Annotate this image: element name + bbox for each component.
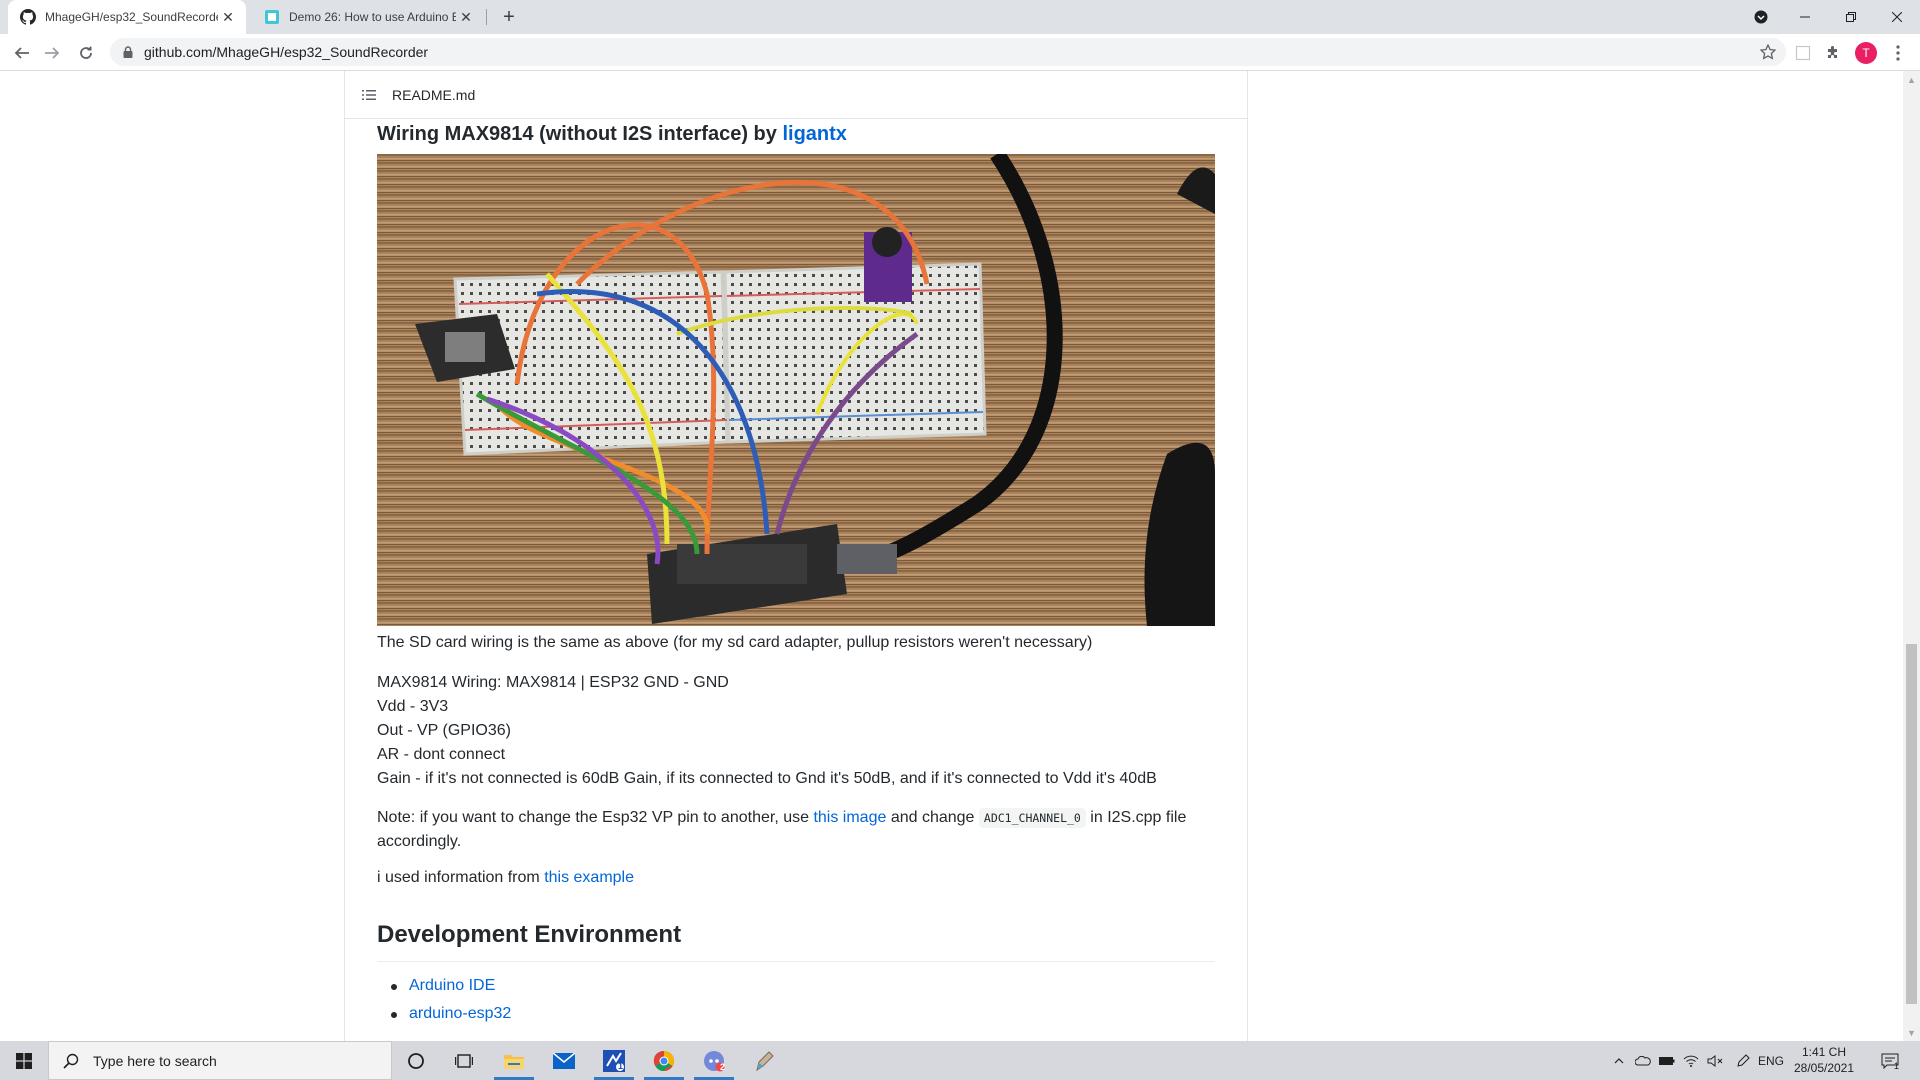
language-indicator[interactable]: ENG <box>1757 1041 1785 1080</box>
this-image-link[interactable]: this image <box>813 809 886 826</box>
wiring-line: AR - dont connect <box>377 746 506 763</box>
windows-taskbar: Type here to search 1 2 ENG 1:41 CH 28/0… <box>0 1041 1920 1080</box>
wiring-line: MAX9814 Wiring: MAX9814 | ESP32 GND - GN… <box>377 674 729 691</box>
back-icon[interactable] <box>8 39 36 67</box>
windows-start-icon[interactable] <box>0 1041 48 1080</box>
list-item: arduino-esp32 <box>377 1000 1215 1028</box>
notification-count: 1 <box>1894 1061 1900 1071</box>
adc-channel-code: ADC1_CHANNEL_0 <box>978 808 1086 828</box>
notification-center-icon[interactable]: 1 <box>1870 1041 1910 1080</box>
pin-change-note: Note: if you want to change the Esp32 VP… <box>377 806 1215 854</box>
tab-strip: MhageGH/esp32_SoundRecorde ✕ Demo 26: Ho… <box>0 0 1920 34</box>
close-tab-icon[interactable]: ✕ <box>218 7 238 27</box>
wiring-line: Gain - if it's not connected is 60dB Gai… <box>377 770 1157 787</box>
site-icon <box>265 10 279 24</box>
readme-header: README.md <box>345 71 1247 119</box>
onedrive-icon[interactable] <box>1632 1041 1654 1080</box>
clock[interactable]: 1:41 CH 28/05/2021 <box>1786 1044 1862 1076</box>
tab-separator <box>486 9 487 25</box>
this-example-link[interactable]: this example <box>544 869 634 886</box>
readme-content: Wiring MAX9814 (without I2S interface) b… <box>377 119 1215 149</box>
discord-icon[interactable]: 2 <box>690 1041 738 1080</box>
dev-environment-list: Arduino IDE arduino-esp32 <box>377 972 1215 1028</box>
clock-time: 1:41 CH <box>1801 1045 1847 1059</box>
url-text: github.com/MhageGH/esp32_SoundRecorder <box>144 44 429 60</box>
tab-title: MhageGH/esp32_SoundRecorde <box>45 10 218 24</box>
info-source: i used information from this example <box>377 866 1215 890</box>
profile-avatar[interactable]: T <box>1855 42 1877 64</box>
taskbar-search[interactable]: Type here to search <box>48 1041 392 1080</box>
tab-demo26[interactable]: Demo 26: How to use Arduino ES ✕ <box>252 0 484 34</box>
close-tab-icon[interactable]: ✕ <box>456 7 476 27</box>
app-badge: 1 <box>618 1061 624 1071</box>
forward-icon[interactable] <box>38 39 66 67</box>
note-mid: and change <box>886 809 979 826</box>
extensions-puzzle-icon[interactable] <box>1823 43 1843 63</box>
arduino-ide-link[interactable]: Arduino IDE <box>409 977 495 994</box>
clock-date: 28/05/2021 <box>1793 1061 1855 1075</box>
paint-icon[interactable] <box>740 1041 788 1080</box>
lock-icon[interactable] <box>120 44 136 60</box>
address-bar[interactable]: github.com/MhageGH/esp32_SoundRecorder <box>110 38 1786 66</box>
close-window-icon[interactable] <box>1874 0 1920 34</box>
dev-environment-heading: Development Environment <box>377 919 1215 962</box>
tab-title: Demo 26: How to use Arduino ES <box>289 10 456 24</box>
battery-icon[interactable] <box>1656 1041 1678 1080</box>
readme-filename: README.md <box>392 86 476 103</box>
reload-icon[interactable] <box>72 39 100 67</box>
sd-wiring-note: The SD card wiring is the same as above … <box>377 634 1093 651</box>
tab-github[interactable]: MhageGH/esp32_SoundRecorde ✕ <box>8 0 246 34</box>
wiring-line: Vdd - 3V3 <box>377 698 449 715</box>
minimize-icon[interactable] <box>1782 0 1828 34</box>
new-tab-icon[interactable]: + <box>497 5 521 29</box>
file-explorer-icon[interactable] <box>490 1041 538 1080</box>
wiring-line: Out - VP (GPIO36) <box>377 722 511 739</box>
wifi-icon[interactable] <box>1680 1041 1702 1080</box>
menu-kebab-icon[interactable] <box>1888 43 1908 63</box>
speaker-muted-icon[interactable] <box>1704 1041 1726 1080</box>
info-prefix: i used information from <box>377 869 545 886</box>
pen-icon[interactable] <box>1732 1041 1754 1080</box>
bookmark-star-icon[interactable] <box>1760 44 1776 60</box>
note-prefix: Note: if you want to change the Esp32 VP… <box>377 809 814 826</box>
app-icon[interactable]: 1 <box>590 1041 638 1080</box>
web-page: README.md Wiring MAX9814 (without I2S in… <box>0 71 1903 1041</box>
search-placeholder: Type here to search <box>93 1052 217 1069</box>
restore-icon[interactable] <box>1828 0 1874 34</box>
wiring-heading: Wiring MAX9814 (without I2S interface) b… <box>377 119 1215 149</box>
mail-icon[interactable] <box>540 1041 588 1080</box>
tab-search-icon[interactable] <box>1738 0 1784 34</box>
ligantx-link[interactable]: ligantx <box>782 123 846 145</box>
chrome-icon[interactable] <box>640 1041 688 1080</box>
scroll-up-arrow-icon[interactable]: ▲ <box>1903 71 1920 88</box>
discord-badge: 2 <box>720 1062 726 1072</box>
arduino-esp32-link[interactable]: arduino-esp32 <box>409 1005 511 1022</box>
wiring-photo <box>377 154 1215 626</box>
page-scrollbar[interactable]: ▲ ▼ <box>1903 71 1920 1041</box>
task-view-icon[interactable] <box>440 1041 488 1080</box>
search-icon <box>63 1053 79 1069</box>
chevron-up-icon[interactable] <box>1608 1041 1630 1080</box>
extension-icon[interactable] <box>1793 43 1813 63</box>
readme-card: README.md Wiring MAX9814 (without I2S in… <box>344 71 1248 1041</box>
github-icon <box>20 9 36 25</box>
cortana-icon[interactable] <box>392 1041 440 1080</box>
wiring-heading-text: Wiring MAX9814 (without I2S interface) b… <box>377 123 783 145</box>
wiring-details: MAX9814 Wiring: MAX9814 | ESP32 GND - GN… <box>377 671 1215 791</box>
browser-toolbar: github.com/MhageGH/esp32_SoundRecorder T <box>0 34 1920 71</box>
list-icon[interactable] <box>361 87 377 103</box>
scroll-down-arrow-icon[interactable]: ▼ <box>1903 1024 1920 1041</box>
list-item: Arduino IDE <box>377 972 1215 1000</box>
scrollbar-thumb[interactable] <box>1906 644 1917 1004</box>
